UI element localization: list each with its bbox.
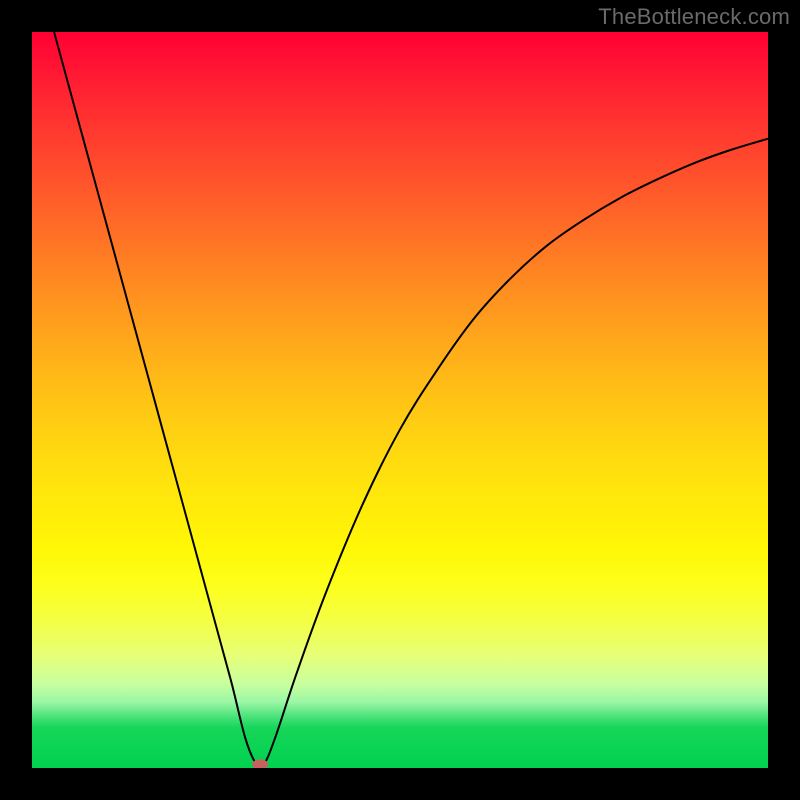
plot-area xyxy=(32,32,768,768)
curve-svg xyxy=(32,32,768,768)
watermark-text: TheBottleneck.com xyxy=(598,4,790,30)
bottleneck-curve xyxy=(54,32,768,768)
chart-frame: TheBottleneck.com xyxy=(0,0,800,800)
